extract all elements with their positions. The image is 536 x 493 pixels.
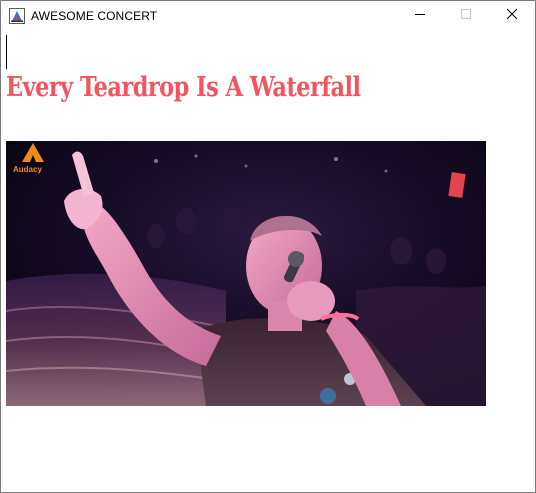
app-window-icon — [9, 8, 25, 24]
text-caret — [6, 35, 7, 69]
close-icon — [506, 7, 518, 25]
client-area: Every Teardrop Is A Waterfall Audacy — [1, 31, 535, 492]
maximize-button[interactable] — [443, 1, 489, 31]
audacy-logo-label: Audacy — [13, 165, 42, 174]
close-button[interactable] — [489, 1, 535, 31]
concert-video[interactable]: Audacy — [6, 141, 486, 406]
maximize-icon — [460, 7, 472, 25]
minimize-button[interactable] — [397, 1, 443, 31]
concert-video-frame: Audacy — [6, 141, 486, 406]
app-window: AWESOME CONCERT Every Teardrop Is A Wate… — [0, 0, 536, 493]
window-title: AWESOME CONCERT — [31, 9, 158, 23]
title-bar[interactable]: AWESOME CONCERT — [1, 1, 535, 31]
song-title-heading: Every Teardrop Is A Waterfall — [6, 72, 361, 103]
minimize-icon — [414, 7, 426, 25]
